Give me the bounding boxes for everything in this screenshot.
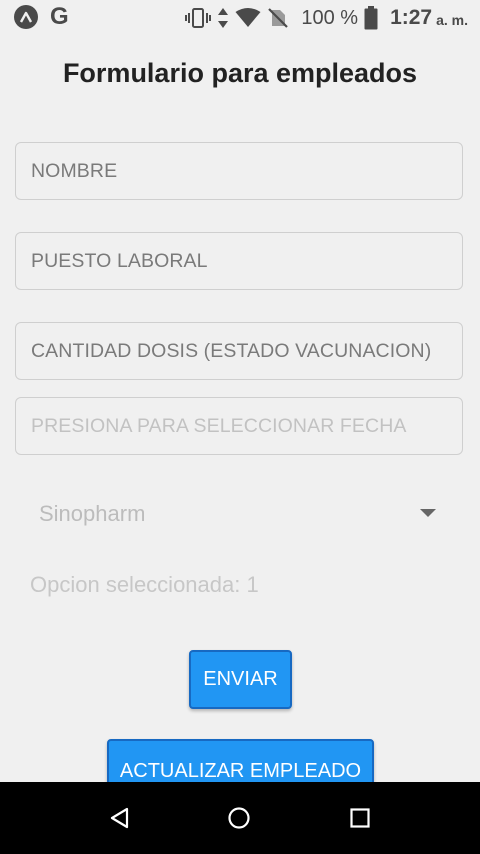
app-screen: G 100 % 1:27 a. m. Formulario para emple… — [0, 0, 480, 854]
recent-apps-icon[interactable] — [348, 806, 372, 835]
data-arrows-icon — [217, 7, 229, 29]
status-bar-right: 100 % 1:27 a. m. — [185, 4, 468, 32]
no-sim-icon — [267, 7, 289, 29]
page-title: Formulario para empleados — [62, 58, 418, 88]
dropdown-arrow-icon — [420, 509, 436, 517]
home-icon[interactable] — [227, 806, 251, 835]
nombre-input[interactable]: NOMBRE — [15, 142, 463, 200]
fecha-placeholder: PRESIONA PARA SELECCIONAR FECHA — [31, 414, 407, 437]
enviar-button[interactable]: ENVIAR — [189, 650, 292, 709]
cantidad-dosis-input[interactable]: CANTIDAD DOSIS (ESTADO VACUNACION) — [15, 322, 463, 380]
nombre-placeholder: NOMBRE — [31, 159, 118, 182]
opcion-seleccionada-text: Opcion seleccionada: 1 — [30, 572, 259, 597]
vibrate-icon — [185, 7, 212, 29]
status-time: 1:27 — [390, 6, 433, 29]
status-ampm: a. m. — [436, 12, 468, 28]
battery-percentage: 100 % — [301, 6, 359, 29]
vacuna-picker[interactable]: Sinopharm — [15, 490, 463, 538]
vacuna-picker-value: Sinopharm — [39, 501, 146, 526]
google-icon: G — [50, 3, 69, 30]
actualizar-button-label: ACTUALIZAR EMPLEADO — [119, 760, 362, 782]
status-bar: G 100 % 1:27 a. m. — [0, 0, 480, 36]
expo-icon — [14, 5, 38, 29]
dosis-placeholder: CANTIDAD DOSIS (ESTADO VACUNACION) — [31, 339, 432, 362]
battery-icon — [364, 6, 378, 30]
puesto-laboral-input[interactable]: PUESTO LABORAL — [15, 232, 463, 290]
status-bar-left: G — [14, 5, 69, 29]
puesto-placeholder: PUESTO LABORAL — [31, 249, 208, 272]
wifi-icon — [235, 8, 261, 28]
navigation-bar — [0, 782, 480, 854]
enviar-button-label: ENVIAR — [203, 668, 278, 690]
back-icon[interactable] — [108, 806, 132, 835]
fecha-input[interactable]: PRESIONA PARA SELECCIONAR FECHA — [15, 397, 463, 455]
